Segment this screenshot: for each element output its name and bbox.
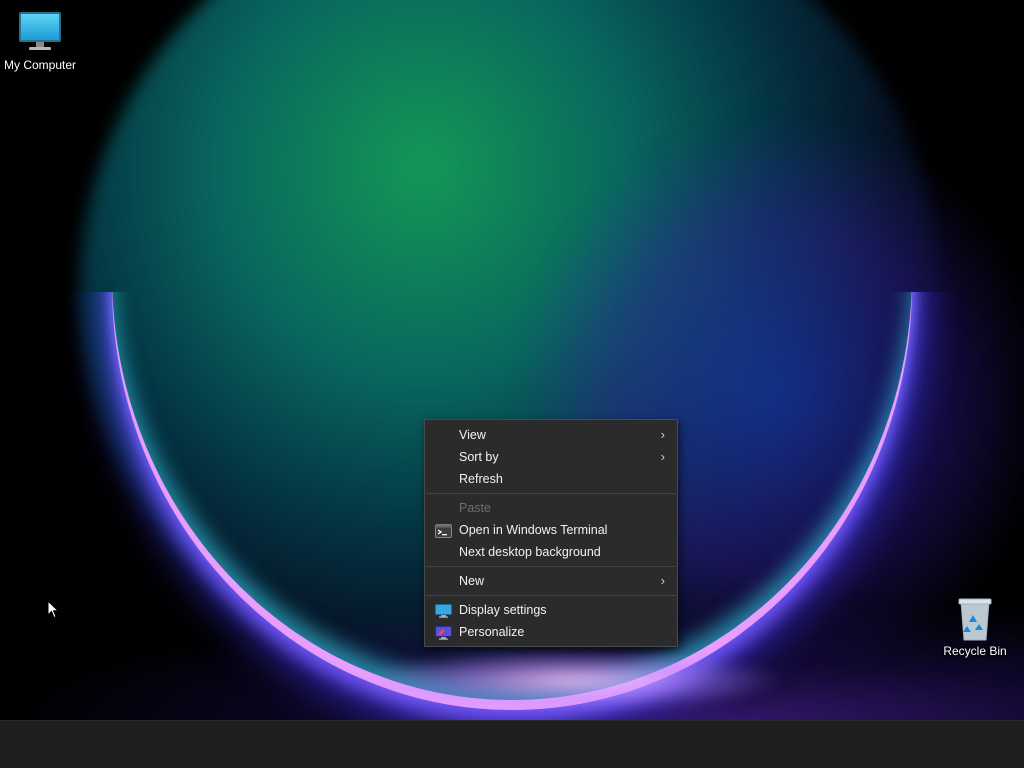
menu-item-new[interactable]: New › (425, 570, 677, 592)
menu-item-view[interactable]: View › (425, 424, 677, 446)
menu-separator (426, 566, 676, 567)
menu-separator (426, 595, 676, 596)
mouse-cursor-icon (47, 599, 60, 624)
menu-item-refresh[interactable]: Refresh (425, 468, 677, 490)
menu-item-label: Sort by (459, 450, 499, 464)
chevron-right-icon: › (660, 427, 665, 442)
chevron-right-icon: › (660, 573, 665, 588)
menu-item-label: New (459, 574, 485, 588)
menu-item-personalize[interactable]: Personalize (425, 621, 677, 643)
menu-item-next-desktop-background[interactable]: Next desktop background (425, 541, 677, 563)
desktop-icon-label: Recycle Bin (943, 644, 1007, 658)
terminal-icon (435, 523, 452, 538)
menu-item-label: Next desktop background (459, 545, 601, 559)
menu-separator (426, 493, 676, 494)
desktop-icon-recycle-bin[interactable]: Recycle Bin (935, 596, 1015, 658)
desktop-icon-my-computer[interactable]: My Computer (0, 10, 80, 72)
personalize-icon (435, 625, 452, 640)
menu-item-label: Display settings (459, 603, 547, 617)
desktop[interactable]: My Computer Recycle Bin View › Sort by ›… (0, 0, 1024, 720)
recycle-bin-icon (951, 596, 999, 642)
menu-item-label: Refresh (459, 472, 503, 486)
chevron-right-icon: › (660, 449, 665, 464)
desktop-context-menu: View › Sort by › Refresh Paste Open in W… (424, 419, 678, 647)
menu-item-display-settings[interactable]: Display settings (425, 599, 677, 621)
wallpaper-horizon (360, 650, 780, 710)
taskbar[interactable] (0, 720, 1024, 768)
menu-item-paste: Paste (425, 497, 677, 519)
menu-item-label: Open in Windows Terminal (459, 523, 608, 537)
menu-item-open-in-windows-terminal[interactable]: Open in Windows Terminal (425, 519, 677, 541)
menu-item-label: Personalize (459, 625, 525, 639)
display-settings-icon (435, 603, 452, 618)
monitor-icon (16, 10, 64, 56)
desktop-icon-label: My Computer (3, 58, 77, 72)
menu-item-sort-by[interactable]: Sort by › (425, 446, 677, 468)
menu-item-label: Paste (459, 501, 491, 515)
menu-item-label: View (459, 428, 486, 442)
